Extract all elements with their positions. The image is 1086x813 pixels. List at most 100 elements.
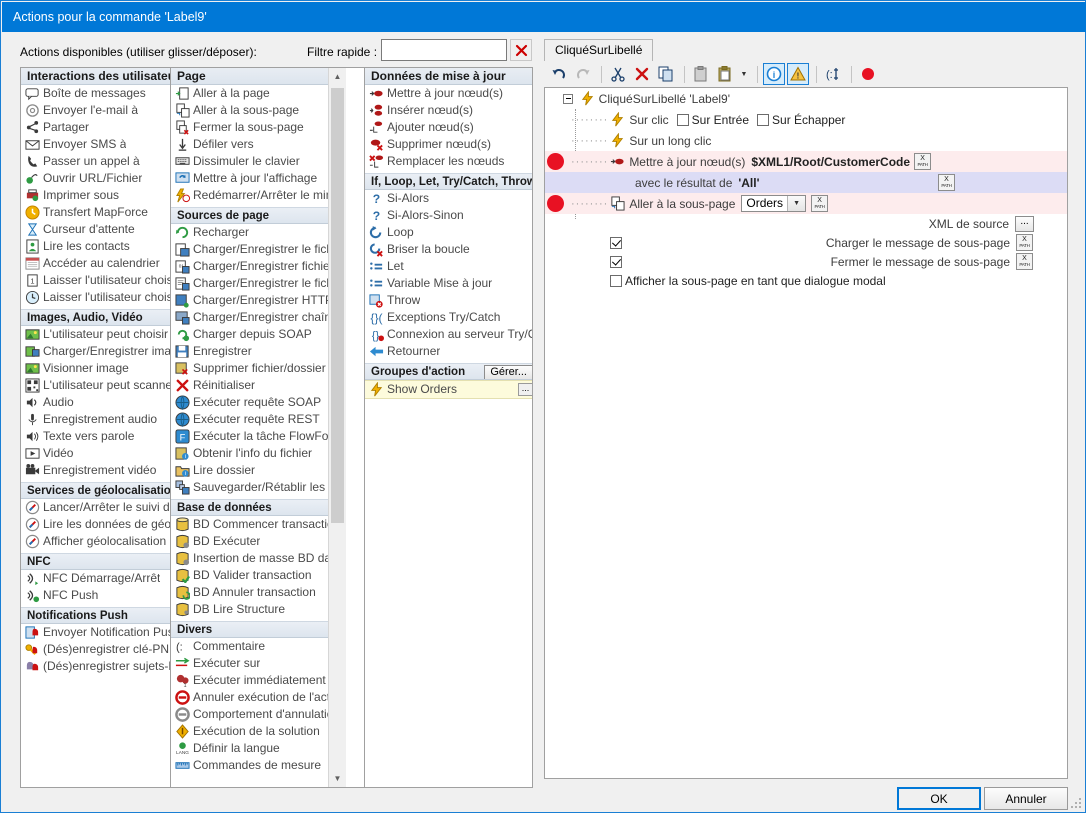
quick-filter-input[interactable] xyxy=(381,39,507,61)
action-list-item[interactable]: Show Orders... xyxy=(365,380,533,399)
xpath-button[interactable]: XPATH xyxy=(1016,234,1033,251)
action-list-item[interactable]: NFC Démarrage/Arrêt xyxy=(21,570,170,587)
action-list-item[interactable]: Laisser l'utilisateur choisir une date xyxy=(21,289,170,306)
action-list-item[interactable]: Annuler exécution de l'action xyxy=(171,689,328,706)
action-list-item[interactable]: Lancer/Arrêter le suivi de géo xyxy=(21,499,170,516)
ok-button[interactable]: OK xyxy=(897,787,981,810)
paste-dropdown-arrow-icon[interactable]: ▼ xyxy=(738,63,750,85)
action-list-item[interactable]: Mettre à jour nœud(s) xyxy=(365,85,533,102)
info-button[interactable]: i xyxy=(763,63,785,85)
action-list-item[interactable]: Ajouter nœud(s) xyxy=(365,119,533,136)
checkbox-sur-chapper[interactable] xyxy=(757,114,769,126)
action-list-item[interactable]: Transfert MapForce xyxy=(21,204,170,221)
tree-root-row[interactable]: CliquéSurLibellé 'Label9' xyxy=(545,88,1067,109)
action-list-item[interactable]: Exécution de la solution xyxy=(171,723,328,740)
action-list-item[interactable]: Imprimer sous xyxy=(21,187,170,204)
breakpoint-marker[interactable] xyxy=(547,153,564,170)
action-list-item[interactable]: Défiler vers xyxy=(171,136,328,153)
action-list-item[interactable]: Passer un appel à xyxy=(21,153,170,170)
action-list-item[interactable]: Charger/Enregistrer le fichier xyxy=(171,275,328,292)
action-list-item[interactable]: Retourner xyxy=(365,343,533,360)
action-list-item[interactable]: {}Connexion au serveur Try/Catch xyxy=(365,326,533,343)
action-list-item[interactable]: Recharger xyxy=(171,224,328,241)
xpath-button[interactable]: XPATH xyxy=(811,195,828,212)
action-list-item[interactable]: Throw xyxy=(365,292,533,309)
checkbox-sur-entr-e[interactable] xyxy=(677,114,689,126)
action-list-item[interactable]: BD Exécuter xyxy=(171,533,328,550)
action-list-item[interactable]: Fermer la sous-page xyxy=(171,119,328,136)
action-list-item[interactable]: Dissimuler le clavier xyxy=(171,153,328,170)
action-group-options-button[interactable]: ... xyxy=(518,383,533,396)
scrollbar-thumb[interactable] xyxy=(331,88,344,523)
action-list-item[interactable]: Sauvegarder/Rétablir les sources xyxy=(171,479,328,496)
expand-collapse-toggle[interactable] xyxy=(563,94,573,104)
copy-button[interactable] xyxy=(655,63,677,85)
tab-clique-sur-libelle[interactable]: CliquéSurLibellé xyxy=(544,39,653,61)
action-list-item[interactable]: DB Lire Structure xyxy=(171,601,328,618)
action-list-item[interactable]: Texte vers parole xyxy=(21,428,170,445)
action-list-item[interactable]: FExécuter la tâche FlowForce xyxy=(171,428,328,445)
action-list-item[interactable]: Audio xyxy=(21,394,170,411)
action-list-item[interactable]: Supprimer nœud(s) xyxy=(365,136,533,153)
warning-button[interactable]: ! xyxy=(787,63,809,85)
resize-grip[interactable] xyxy=(1071,798,1083,810)
option-checkbox[interactable] xyxy=(610,237,622,249)
action-list-item[interactable]: Exécuter requête SOAP xyxy=(171,394,328,411)
action-list-item[interactable]: iLire dossier xyxy=(171,462,328,479)
action-list-item[interactable]: Accéder au calendrier xyxy=(21,255,170,272)
action-list-item[interactable]: ?Si-Alors xyxy=(365,190,533,207)
action-list-item[interactable]: Vidéo xyxy=(21,445,170,462)
action-list-item[interactable]: Enregistrement vidéo xyxy=(21,462,170,479)
cut-button[interactable] xyxy=(607,63,629,85)
action-list-item[interactable]: Partager xyxy=(21,119,170,136)
action-list-item[interactable]: BD Annuler transaction xyxy=(171,584,328,601)
action-list-item[interactable]: Variable Mise à jour xyxy=(365,275,533,292)
action-list-item[interactable]: (:Commentaire xyxy=(171,638,328,655)
checkbox-modal-dialog[interactable] xyxy=(610,275,622,287)
cancel-button[interactable]: Annuler xyxy=(984,787,1068,810)
action-list-item[interactable]: (Dés)enregistrer clé-PN e xyxy=(21,641,170,658)
scroll-down-arrow-icon[interactable]: ▼ xyxy=(329,770,346,787)
action-list-item[interactable]: ?Si-Alors-Sinon xyxy=(365,207,533,224)
clear-filter-button[interactable] xyxy=(510,39,532,61)
action-list-item[interactable]: Charger/Enregistrer HTTP/FTP xyxy=(171,292,328,309)
action-list-item[interactable]: Envoyer l'e-mail à xyxy=(21,102,170,119)
breakpoint-marker[interactable] xyxy=(547,195,564,212)
action-list-item[interactable]: Briser la boucle xyxy=(365,241,533,258)
action-list-item[interactable]: Lire les contacts xyxy=(21,238,170,255)
action-list-item[interactable]: Envoyer Notification Push xyxy=(21,624,170,641)
action-list-item[interactable]: Enregistrement audio xyxy=(21,411,170,428)
action-list-item[interactable]: Exécuter sur xyxy=(171,655,328,672)
action-list-item[interactable]: Charger depuis SOAP xyxy=(171,326,328,343)
action-list-item[interactable]: Lire les données de géo xyxy=(21,516,170,533)
action-list-item[interactable]: Remplacer les nœuds xyxy=(365,153,533,170)
tree-row[interactable]: avec le résultat de'All'XPATH xyxy=(545,172,1067,193)
action-list-item[interactable]: NFC Push xyxy=(21,587,170,604)
action-list-item[interactable]: BD Valider transaction xyxy=(171,567,328,584)
tree-row[interactable]: ········Sur un long clic xyxy=(545,130,1067,151)
action-list-item[interactable]: Mettre à jour l'affichage xyxy=(171,170,328,187)
source-xml-browse-button[interactable]: ... xyxy=(1015,216,1034,232)
action-list-item[interactable]: Envoyer SMS à xyxy=(21,136,170,153)
action-list-item[interactable]: Exécuter requête REST xyxy=(171,411,328,428)
xpath-button[interactable]: XPATH xyxy=(938,174,955,191)
xpath-button[interactable]: XPATH xyxy=(1016,253,1033,270)
action-list-item[interactable]: Aller à la sous-page xyxy=(171,102,328,119)
action-list-item[interactable]: Insérer nœud(s) xyxy=(365,102,533,119)
action-list-item[interactable]: iObtenir l'info du fichier xyxy=(171,445,328,462)
action-list-item[interactable]: Redémarrer/Arrêter le minuteur xyxy=(171,187,328,204)
action-list-item[interactable]: Enregistrer xyxy=(171,343,328,360)
paste-special-button[interactable] xyxy=(714,63,736,85)
action-list-item[interactable]: Commandes de mesure xyxy=(171,757,328,774)
chevron-down-icon[interactable]: ▼ xyxy=(787,196,805,211)
action-list-item[interactable]: Comportement d'annulation xyxy=(171,706,328,723)
action-list-item[interactable]: Charger/Enregistrer image xyxy=(21,343,170,360)
action-list-item[interactable]: BD Commencer transaction xyxy=(171,516,328,533)
page-column-scrollbar[interactable]: ▲▼ xyxy=(328,68,346,787)
xpath-button[interactable]: XPATH xyxy=(914,153,931,170)
action-list-item[interactable]: {}(Exceptions Try/Catch xyxy=(365,309,533,326)
action-list-item[interactable]: Let xyxy=(365,258,533,275)
action-list-item[interactable]: Visionner image xyxy=(21,360,170,377)
action-list-item[interactable]: (Dés)enregistrer sujets-P xyxy=(21,658,170,675)
debug-button[interactable]: (: xyxy=(822,63,844,85)
